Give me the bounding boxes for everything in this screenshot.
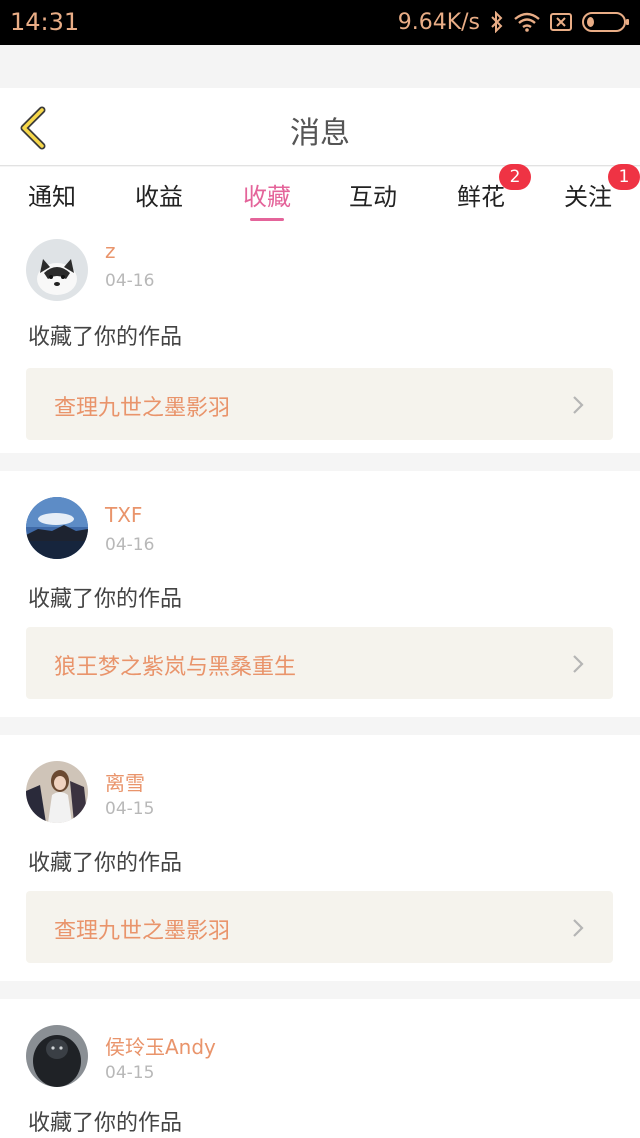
dark-avatar[interactable] [26, 1025, 88, 1087]
message-text: 收藏了你的作品 [28, 587, 183, 612]
message-date: 04-15 [105, 799, 155, 819]
message-card: TXF 04-16 收藏了你的作品 狼王梦之紫岚与黑桑重生 [0, 471, 640, 717]
top-spacer [0, 45, 640, 88]
unread-badge: 1 [608, 164, 640, 190]
bluetooth-icon [490, 11, 504, 33]
unread-badge: 2 [499, 164, 531, 190]
network-speed: 9.64K/s [397, 9, 480, 35]
work-link[interactable]: 查理九世之墨影羽 [26, 891, 613, 963]
tab-flowers[interactable]: 鲜花 2 [455, 164, 531, 223]
status-time: 14:31 [10, 8, 80, 36]
work-title: 查理九世之墨影羽 [54, 396, 231, 421]
tab-bar: 通知 收益 收藏 互动 鲜花 2 关注 1 [0, 164, 640, 225]
tab-notifications[interactable]: 通知 [26, 177, 78, 223]
battery-icon [582, 11, 630, 33]
tab-earnings[interactable]: 收益 [133, 177, 185, 223]
landscape-avatar[interactable] [26, 497, 88, 559]
message-date: 04-15 [105, 1063, 155, 1083]
user-name[interactable]: TXF [105, 503, 142, 527]
husky-avatar[interactable] [26, 239, 88, 301]
tab-interactions[interactable]: 互动 [347, 177, 399, 223]
message-card: z 04-16 收藏了你的作品 查理九世之墨影羽 [0, 225, 640, 453]
message-date: 04-16 [105, 271, 155, 291]
work-title: 狼王梦之紫岚与黑桑重生 [54, 655, 297, 680]
sim-off-icon [550, 12, 572, 32]
message-card: 离雪 04-15 收藏了你的作品 查理九世之墨影羽 [0, 735, 640, 981]
message-text: 收藏了你的作品 [28, 851, 183, 876]
tab-label: 收益 [135, 183, 183, 211]
message-card: 侯玲玉Andy 04-15 收藏了你的作品 [0, 999, 640, 1138]
girl-avatar[interactable] [26, 761, 88, 823]
tab-favorites[interactable]: 收藏 [241, 177, 293, 223]
work-link[interactable]: 狼王梦之紫岚与黑桑重生 [26, 627, 613, 699]
tab-label: 收藏 [243, 183, 291, 211]
work-link[interactable]: 查理九世之墨影羽 [26, 368, 613, 440]
app-header: 消息 [0, 88, 640, 166]
status-bar: 14:31 9.64K/s [0, 0, 640, 45]
chevron-right-icon [573, 396, 584, 414]
page-title: 消息 [290, 116, 350, 151]
work-title: 查理九世之墨影羽 [54, 919, 231, 944]
user-name[interactable]: 离雪 [105, 767, 145, 796]
status-icons: 9.64K/s [398, 8, 630, 36]
tab-label: 通知 [28, 183, 76, 211]
tab-label: 鲜花 [457, 183, 505, 211]
user-name[interactable]: 侯玲玉Andy [105, 1031, 216, 1060]
message-text: 收藏了你的作品 [28, 325, 183, 350]
user-name[interactable]: z [105, 239, 116, 263]
active-tab-indicator [250, 218, 284, 221]
tab-label: 关注 [564, 183, 612, 211]
chevron-right-icon [573, 655, 584, 673]
wifi-icon [514, 12, 540, 32]
tab-label: 互动 [349, 183, 397, 211]
chevron-right-icon [573, 919, 584, 937]
message-date: 04-16 [105, 535, 155, 555]
tab-follows[interactable]: 关注 1 [562, 164, 640, 223]
message-text: 收藏了你的作品 [28, 1111, 183, 1136]
